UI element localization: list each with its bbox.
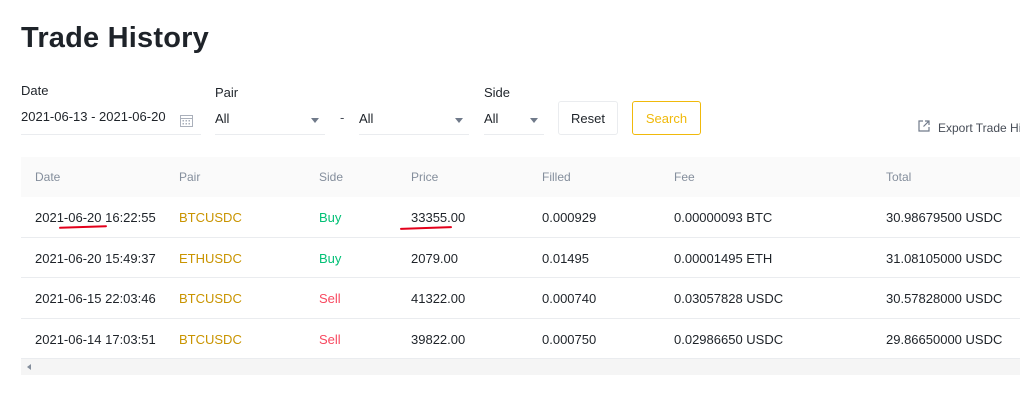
search-button[interactable]: Search — [632, 101, 701, 135]
cell-total: 31.08105000 USDC — [886, 250, 1003, 266]
header-price[interactable]: Price — [411, 170, 438, 184]
cell-pair[interactable]: BTCUSDC — [179, 291, 242, 306]
cell-filled: 0.000740 — [542, 291, 597, 306]
calendar-icon — [180, 114, 193, 127]
table-row[interactable]: 2021-06-15 22:03:46 BTCUSDC Sell 41322.0… — [21, 278, 1020, 319]
cell-date: 2021-06-14 17:03:51 — [35, 331, 156, 347]
export-label: Export Trade Hi — [938, 120, 1020, 135]
cell-pair[interactable]: BTCUSDC — [179, 332, 242, 347]
cell-total: 30.98679500 USDC — [886, 210, 1003, 225]
pair-from-value: All — [215, 111, 230, 126]
cell-side: Sell — [319, 331, 341, 347]
pair-to-select[interactable]: All — [359, 109, 469, 135]
header-date[interactable]: Date — [35, 170, 60, 184]
cell-side: Buy — [319, 210, 342, 225]
chevron-down-icon — [530, 118, 538, 123]
header-pair[interactable]: Pair — [179, 170, 200, 184]
date-range-value: 2021-06-13 - 2021-06-20 — [21, 109, 166, 124]
cell-price: 33355.00 — [411, 210, 466, 225]
table-row[interactable]: 2021-06-20 16:22:55 BTCUSDC Buy 33355.00… — [21, 197, 1020, 238]
cell-filled: 0.01495 — [542, 250, 589, 266]
horizontal-scrollbar[interactable] — [21, 359, 1020, 375]
cell-fee: 0.00000093 BTC — [674, 210, 773, 225]
cell-filled: 0.000750 — [542, 331, 597, 347]
chevron-down-icon — [455, 118, 463, 123]
cell-pair[interactable]: BTCUSDC — [179, 210, 242, 225]
header-side[interactable]: Side — [319, 170, 343, 184]
header-filled[interactable]: Filled — [542, 170, 571, 184]
pair-filter-label: Pair — [215, 85, 239, 100]
scroll-left-icon[interactable] — [27, 364, 31, 370]
header-fee[interactable]: Fee — [674, 170, 695, 184]
cell-date: 2021-06-20 16:22:55 — [35, 210, 156, 225]
table-header: Date Pair Side Price Filled Fee Total — [21, 157, 1020, 197]
date-range-picker[interactable]: 2021-06-13 - 2021-06-20 — [21, 109, 201, 135]
date-filter-label: Date — [21, 83, 49, 98]
cell-date: 2021-06-20 15:49:37 — [35, 250, 156, 266]
pair-from-select[interactable]: All — [215, 109, 325, 135]
side-filter-label: Side — [484, 85, 511, 100]
cell-fee: 0.03057828 USDC — [674, 291, 784, 306]
cell-total: 29.86650000 USDC — [886, 331, 1003, 347]
cell-price: 39822.00 — [411, 331, 466, 347]
cell-side: Sell — [319, 291, 341, 306]
side-select[interactable]: All — [484, 109, 544, 135]
side-value: All — [484, 111, 499, 126]
cell-total: 30.57828000 USDC — [886, 291, 1003, 306]
cell-side: Buy — [319, 250, 342, 266]
cell-filled: 0.000929 — [542, 210, 597, 225]
chevron-down-icon — [311, 118, 319, 123]
trade-history-table: Date Pair Side Price Filled Fee Total 20… — [21, 157, 1020, 359]
table-row[interactable]: 2021-06-20 15:49:37 ETHUSDC Buy 2079.00 … — [21, 238, 1020, 278]
cell-fee: 0.00001495 ETH — [674, 250, 773, 266]
pair-separator: - — [340, 110, 345, 125]
pair-to-value: All — [359, 111, 374, 126]
reset-button[interactable]: Reset — [558, 101, 618, 135]
export-trade-history-link[interactable]: Export Trade Hi — [918, 120, 1020, 135]
page-title: Trade History — [21, 22, 209, 54]
external-link-icon — [918, 120, 938, 135]
cell-pair[interactable]: ETHUSDC — [179, 251, 242, 266]
cell-fee: 0.02986650 USDC — [674, 331, 784, 347]
cell-date: 2021-06-15 22:03:46 — [35, 291, 156, 306]
table-row[interactable]: 2021-06-14 17:03:51 BTCUSDC Sell 39822.0… — [21, 319, 1020, 359]
cell-price: 41322.00 — [411, 291, 466, 306]
header-total[interactable]: Total — [886, 170, 911, 184]
cell-price: 2079.00 — [411, 250, 458, 266]
